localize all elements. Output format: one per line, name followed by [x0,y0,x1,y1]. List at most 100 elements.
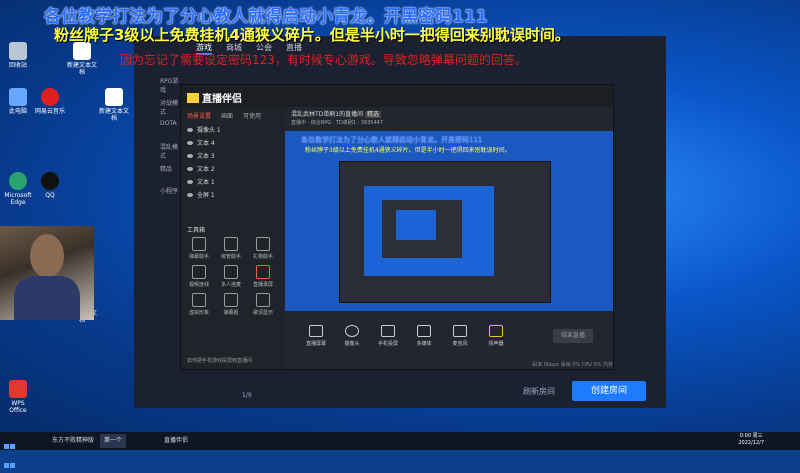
edge-icon [9,172,27,190]
tool-record[interactable]: 直播录屏 [249,265,277,288]
avatar-icon [192,293,206,307]
live-companion-window: 直播伴侣 场景设置 画面 可使用 摄像头 1 文本 4 文本 3 文本 2 文本… [180,84,614,370]
phone-cast-button[interactable]: 手机投屏 [373,325,403,347]
stream-preview[interactable]: 各位教学打法为了分心教人就得启动小青龙。开黑密码111 粉丝牌子3级以上免费挂机… [285,131,613,311]
tab-usable[interactable]: 可使用 [243,111,261,120]
desktop-icon-qq[interactable]: QQ [34,172,66,199]
stream-overlay-line2: 粉丝牌子3级以上免费挂机4通狭义碎片。但是半小时一把得回来别耽误时间。 [54,26,570,44]
sidebar-item-battle[interactable]: 对战模式 [134,98,180,120]
tool-lyrics[interactable]: 歌词显示 [249,293,277,316]
window-titlebar: 直播伴侣 [181,85,613,107]
source-row[interactable]: 文本 3 [181,150,285,163]
document-icon [105,88,123,106]
danmaku-icon [192,237,206,251]
sidebar-item-mini[interactable]: 小程序 [134,186,180,208]
tab-canvas[interactable]: 画面 [221,111,233,120]
tool-gift[interactable]: 礼物助手 [249,237,277,260]
record-icon [256,265,270,279]
gift-icon [256,237,270,251]
eye-icon[interactable] [187,167,193,171]
netease-music-icon [41,88,59,106]
desktop-icon-recycle-bin[interactable]: 回收站 [2,42,34,69]
nested-preview-screen [364,186,494,276]
create-room-button[interactable]: 创建房间 [572,381,646,401]
desktop-icon-netease[interactable]: 网易云音乐 [34,88,66,115]
taskbar-item-game[interactable]: 东方不败精神版 [48,434,98,448]
speaker-icon [489,325,503,337]
qq-icon [41,172,59,190]
play-icon [417,325,431,337]
eye-icon[interactable] [187,154,193,158]
sidebar-item-dota[interactable]: DOTA [134,120,180,142]
media-button[interactable]: 多媒体 [409,325,439,347]
wps-icon [9,380,27,398]
stream-overlay-line3: 因为忘记了需要设定密码123，有时候专心游戏。导致忽略弹幕问题的回答。 [120,53,527,67]
nested-preview [339,161,551,303]
microphone-button[interactable]: 麦克风 [445,325,475,347]
speaker-button[interactable]: 扬声器 [481,325,511,347]
preview-overlay-line1: 各位教学打法为了分心教人就得启动小青龙。开黑密码111 [301,136,483,144]
source-row[interactable]: 文本 1 [181,176,285,189]
desktop-icon-wps[interactable]: WPS Office [2,380,34,414]
source-row[interactable]: 摄像头 1 [181,124,285,137]
phone-icon [381,325,395,337]
eye-icon[interactable] [187,128,193,132]
recycle-bin-icon [9,42,27,60]
tab-scene[interactable]: 场景设置 [187,111,211,120]
tool-avatar[interactable]: 虚拟形象 [185,293,213,316]
logo-icon [187,93,199,103]
desktop-icon-text-file-2[interactable]: 新建文本文档 [98,88,130,122]
eye-icon[interactable] [187,193,193,197]
nested-preview-screen-2 [396,210,436,240]
tool-danmaku-ji[interactable]: 弹幕姬 [217,293,245,316]
microphone-icon [453,325,467,337]
nested-preview-window [382,200,462,258]
camera-icon [345,325,359,337]
mic-group-icon [224,265,238,279]
lyrics-icon [256,293,270,307]
room-info: 直播中 · 综合RPG · TD单刷1 · 3935447 [291,120,384,126]
eye-icon[interactable] [187,141,193,145]
webcam-person-head [30,234,64,278]
sidebar-item-chaos[interactable]: 混乱模式 [134,142,180,164]
desktop-icon-edge[interactable]: Microsoft Edge [2,172,34,206]
webcam-person-body [14,276,80,320]
desktop-icon-this-pc[interactable]: 此电脑 [2,88,34,115]
preview-overlay-line2: 粉丝牌子3级以上免费挂机4通狭义碎片。但是半小时一把得回来别耽误时间。 [305,147,511,154]
camera-button[interactable]: 摄像头 [337,325,367,347]
start-button[interactable] [4,435,16,468]
refresh-room-button[interactable]: 刷新房间 [514,384,564,400]
source-row[interactable]: 全屏 1 [181,189,285,202]
danmaku-ji-icon [224,293,238,307]
room-title: 混乱武林TD单刷1的直播间 精选 [291,111,382,118]
phone-cast-hint[interactable]: 如何把手机游戏投屏到直播间 [181,357,291,364]
eye-icon[interactable] [187,180,193,184]
control-bar: 直播屏幕 摄像头 手机投屏 多媒体 麦克风 扬声器 结束直播 码率 0kbps … [285,311,613,369]
webcam-feed [0,226,94,320]
sidebar-item-featured[interactable]: 精品 [134,164,180,186]
system-clock[interactable]: 0:00 周三 2022/12/7 [738,433,764,447]
sidebar-item-rpg[interactable]: RPG游戏 [134,76,180,98]
taskbar-item-live[interactable]: 直播伴侣 [160,434,192,448]
desktop-icon-text-file[interactable]: 新建文本文档 [66,42,98,76]
taskbar-item-first[interactable]: 第一个 [100,434,127,448]
source-row[interactable]: 文本 2 [181,163,285,176]
scene-panel: 场景设置 画面 可使用 摄像头 1 文本 4 文本 3 文本 2 文本 1 全屏… [181,107,285,369]
tool-danmaku[interactable]: 弹幕助手 [185,237,213,260]
toolbox-title: 工具箱 [187,227,206,234]
monitor-icon [309,325,323,337]
source-row[interactable]: 文本 4 [181,137,285,150]
tool-video-link[interactable]: 视频连线 [185,265,213,288]
desktop: 回收站 此电脑 Microsoft Edge WPS Office 网易云音乐 … [0,0,800,432]
end-stream-button[interactable]: 结束直播 [553,329,593,343]
scene-tabs: 场景设置 画面 可使用 [181,107,285,124]
room-tag: 精选 [365,111,382,118]
lobby-pager[interactable]: 1/9 [242,392,252,399]
lobby-sidebar: RPG游戏 对战模式 DOTA 混乱模式 精品 小程序 [134,76,180,208]
computer-icon [9,88,27,106]
screen-capture-button[interactable]: 直播屏幕 [301,325,331,347]
video-link-icon [192,265,206,279]
tool-multi-mic[interactable]: 多人连麦 [217,265,245,288]
app-logo: 直播伴侣 [187,90,242,105]
tool-room-admin[interactable]: 房管助手 [217,237,245,260]
